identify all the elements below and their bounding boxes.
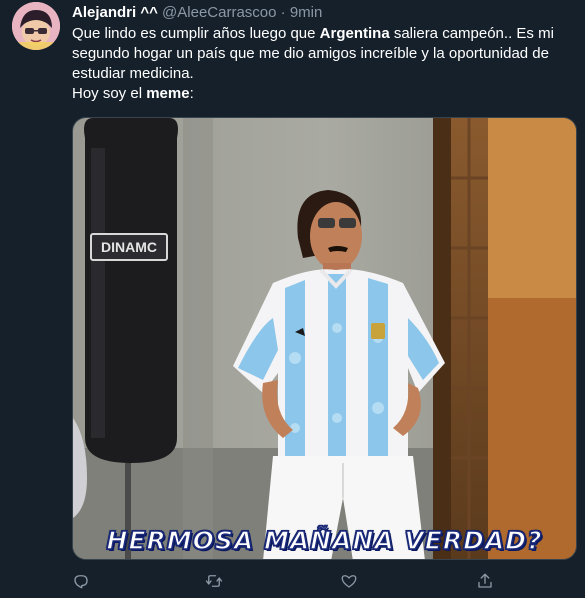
retweet-button[interactable] xyxy=(205,572,227,594)
tweet-text-part: : xyxy=(189,85,194,102)
author-name[interactable]: Alejandri ^^ xyxy=(72,4,158,21)
tweet-text-bold: meme xyxy=(146,85,190,102)
author-handle[interactable]: @AleeCarrascoo xyxy=(162,4,276,21)
like-button[interactable] xyxy=(340,572,362,594)
share-button[interactable] xyxy=(476,572,498,594)
tweet-text-part: Que lindo es cumplir años luego que xyxy=(72,25,320,42)
like-icon xyxy=(341,575,357,588)
meme-caption: HERMOSA MAÑANA VERDAD? xyxy=(106,525,543,556)
share-icon xyxy=(478,573,492,588)
tweet-actions xyxy=(72,572,572,594)
tweet-text-bold: Argentina xyxy=(319,25,390,42)
retweet-icon xyxy=(205,575,223,587)
tweet-header: Alejandri ^^ @AleeCarrascoo · 9min xyxy=(72,4,322,22)
tweet-media[interactable]: DINAMC HERMOSA MAÑANA VERDAD? xyxy=(72,117,577,560)
tweet-text: Que lindo es cumplir años luego que Arge… xyxy=(72,24,562,104)
bag-label: DINAMC xyxy=(101,239,157,255)
tweet-text-part: Hoy soy el xyxy=(72,85,147,102)
avatar-image xyxy=(12,2,60,50)
avatar[interactable] xyxy=(12,2,60,50)
reply-icon xyxy=(74,575,88,589)
reply-button[interactable] xyxy=(72,572,94,594)
separator-dot: · xyxy=(280,4,286,21)
tweet-time[interactable]: 9min xyxy=(290,4,323,21)
meme-image: DINAMC xyxy=(73,118,576,559)
tweet[interactable]: Alejandri ^^ @AleeCarrascoo · 9min Que l… xyxy=(0,0,585,598)
